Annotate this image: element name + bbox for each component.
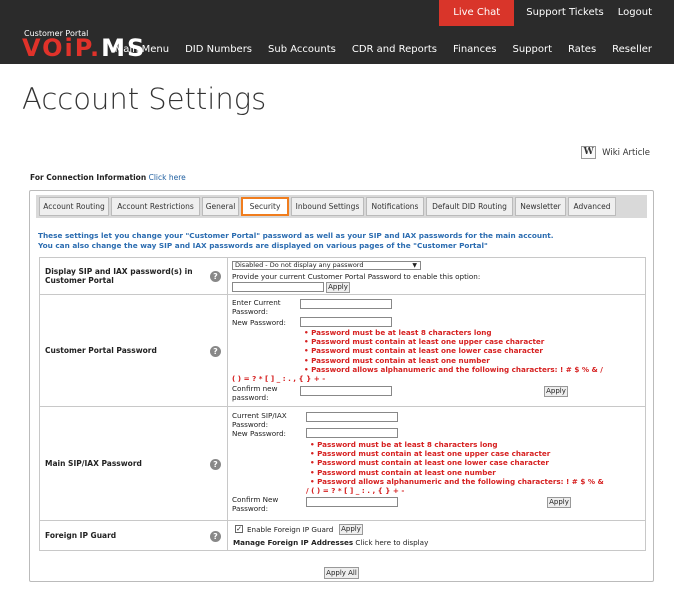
nav-main-menu[interactable]: Main Menu xyxy=(107,44,178,55)
sip-new-password-label: New Password: xyxy=(232,429,286,438)
tab-general[interactable]: General xyxy=(202,197,239,216)
sip-confirm-password-input[interactable] xyxy=(306,497,398,507)
portal-password-label-cell: Customer Portal Password ? xyxy=(39,294,228,407)
wiki-article-link[interactable]: W Wiki Article xyxy=(581,146,650,159)
portal-rule-4: • Password must contain at least one num… xyxy=(304,355,490,365)
nav-rates[interactable]: Rates xyxy=(560,44,604,55)
display-sip-field-cell: Disabled - Do not display any password ▼… xyxy=(227,257,646,295)
tab-default-did-routing[interactable]: Default DID Routing xyxy=(426,197,513,216)
portal-current-password-input[interactable] xyxy=(300,299,392,309)
logo-part-voip: VOiP. xyxy=(22,34,102,62)
nav-sub-accounts[interactable]: Sub Accounts xyxy=(260,44,344,55)
foreign-ip-checkbox[interactable]: ✓ xyxy=(235,525,243,533)
sip-rule-4: • Password must contain at least one num… xyxy=(310,467,496,477)
wikipedia-icon: W xyxy=(581,146,597,159)
security-intro: These settings let you change your "Cust… xyxy=(38,231,638,250)
current-portal-password-input[interactable] xyxy=(232,282,324,292)
portal-password-field-cell: Enter Current Password: New Password: • … xyxy=(227,294,646,407)
nav-reseller[interactable]: Reseller xyxy=(604,44,674,55)
help-icon[interactable]: ? xyxy=(210,345,221,357)
portal-new-password-input[interactable] xyxy=(300,317,392,327)
live-chat-button[interactable]: Live Chat xyxy=(439,0,515,26)
nav-support[interactable]: Support xyxy=(504,44,560,55)
portal-rule-1: • Password must be at least 8 characters… xyxy=(304,328,492,337)
sip-password-row: Main SIP/IAX Password ? Current SIP/IAX … xyxy=(39,406,646,521)
tab-inbound-settings[interactable]: Inbound Settings xyxy=(291,197,364,216)
display-password-select-value: Disabled - Do not display any password xyxy=(235,261,364,269)
sip-new-password-input[interactable] xyxy=(306,428,398,438)
sip-password-apply-button[interactable]: Apply xyxy=(547,497,571,508)
help-icon[interactable]: ? xyxy=(210,458,221,470)
sip-confirm-password-label: Confirm New Password: xyxy=(232,495,279,513)
portal-password-apply-button[interactable]: Apply xyxy=(544,386,568,397)
portal-confirm-password-input[interactable] xyxy=(300,386,392,396)
foreign-ip-checkbox-label: Enable Foreign IP Guard xyxy=(247,525,334,534)
top-navbar: Live Chat Support Tickets Logout Custome… xyxy=(0,0,674,64)
portal-password-rules: • Password must be at least 8 characters… xyxy=(304,328,603,374)
connection-info: For Connection Information Click here xyxy=(30,173,186,182)
portal-confirm-password-label: Confirm new password: xyxy=(232,384,278,402)
sip-rule-6: / ( ) = ? * [ ] _ : . , { } + - xyxy=(306,486,405,495)
intro-line-2: You can also change the way SIP and IAX … xyxy=(38,240,488,250)
nav-did-numbers[interactable]: DID Numbers xyxy=(177,44,260,55)
display-sip-label-cell: Display SIP and IAX password(s) in Custo… xyxy=(39,257,228,295)
sip-rule-2: • Password must contain at least one upp… xyxy=(310,449,551,459)
logout-link[interactable]: Logout xyxy=(611,0,674,26)
display-sip-hint: Provide your current Customer Portal Pas… xyxy=(232,272,481,281)
tab-security[interactable]: Security xyxy=(241,197,289,216)
sip-rule-5: • Password allows alphanumeric and the f… xyxy=(310,476,604,486)
settings-tabs: Account Routing Account Restrictions Gen… xyxy=(36,195,647,218)
display-sip-apply-button[interactable]: Apply xyxy=(326,282,350,293)
nav-cdr-reports[interactable]: CDR and Reports xyxy=(344,44,445,55)
apply-all-button[interactable]: Apply All xyxy=(324,567,359,579)
sip-rule-3: • Password must contain at least one low… xyxy=(310,458,549,468)
utility-links: Live Chat Support Tickets Logout xyxy=(439,0,674,26)
portal-password-label: Customer Portal Password xyxy=(45,346,157,355)
display-sip-row: Display SIP and IAX password(s) in Custo… xyxy=(39,257,646,295)
portal-rule-5: • Password allows alphanumeric and the f… xyxy=(304,364,603,374)
manage-foreign-ip-label: Manage Foreign IP Addresses xyxy=(233,538,354,547)
tab-newsletter[interactable]: Newsletter xyxy=(515,197,566,216)
wiki-article-label: Wiki Article xyxy=(602,147,650,158)
security-settings-table: Display SIP and IAX password(s) in Custo… xyxy=(39,257,646,551)
help-icon[interactable]: ? xyxy=(210,530,221,542)
portal-rule-2: • Password must contain at least one upp… xyxy=(304,337,545,347)
foreign-ip-field-cell: ✓ Enable Foreign IP Guard Apply Manage F… xyxy=(227,520,646,551)
page-title: Account Settings xyxy=(22,82,267,116)
intro-line-1: These settings let you change your "Cust… xyxy=(38,231,554,240)
settings-panel: Account Routing Account Restrictions Gen… xyxy=(29,190,654,582)
sip-password-rules: • Password must be at least 8 characters… xyxy=(310,440,604,486)
dropdown-arrow-icon: ▼ xyxy=(412,262,417,269)
foreign-ip-row: Foreign IP Guard ? ✓ Enable Foreign IP G… xyxy=(39,520,646,551)
connection-info-link[interactable]: Click here xyxy=(149,173,186,182)
nav-finances[interactable]: Finances xyxy=(445,44,504,55)
tab-account-routing[interactable]: Account Routing xyxy=(39,197,109,216)
tab-account-restrictions[interactable]: Account Restrictions xyxy=(111,197,200,216)
main-nav: Main Menu DID Numbers Sub Accounts CDR a… xyxy=(107,44,674,55)
portal-password-row: Customer Portal Password ? Enter Current… xyxy=(39,294,646,407)
foreign-ip-label-cell: Foreign IP Guard ? xyxy=(39,520,228,551)
sip-current-password-label: Current SIP/IAX Password: xyxy=(232,411,287,429)
foreign-ip-apply-button[interactable]: Apply xyxy=(339,524,363,535)
help-icon[interactable]: ? xyxy=(210,271,221,282)
sip-rule-1: • Password must be at least 8 characters… xyxy=(310,440,498,449)
sip-password-label-cell: Main SIP/IAX Password ? xyxy=(39,406,228,521)
display-sip-label: Display SIP and IAX password(s) in Custo… xyxy=(45,266,193,286)
sip-password-label: Main SIP/IAX Password xyxy=(45,459,142,468)
tab-notifications[interactable]: Notifications xyxy=(366,197,424,216)
sip-current-password-input[interactable] xyxy=(306,412,398,422)
sip-password-field-cell: Current SIP/IAX Password: New Password: … xyxy=(227,406,646,521)
manage-foreign-ip-link[interactable]: Click here to display xyxy=(355,538,428,547)
foreign-ip-label: Foreign IP Guard xyxy=(45,531,117,540)
portal-rule-6: ( ) = ? * [ ] _ : . , { } + - xyxy=(232,374,326,383)
manage-foreign-ip: Manage Foreign IP Addresses Click here t… xyxy=(233,538,428,547)
portal-current-password-label: Enter Current Password: xyxy=(232,298,281,316)
display-password-select[interactable]: Disabled - Do not display any password ▼ xyxy=(232,261,421,270)
connection-info-label: For Connection Information xyxy=(30,173,147,182)
tab-advanced[interactable]: Advanced xyxy=(568,197,616,216)
portal-new-password-label: New Password: xyxy=(232,318,286,327)
support-tickets-link[interactable]: Support Tickets xyxy=(514,0,611,26)
portal-rule-3: • Password must contain at least one low… xyxy=(304,346,543,356)
